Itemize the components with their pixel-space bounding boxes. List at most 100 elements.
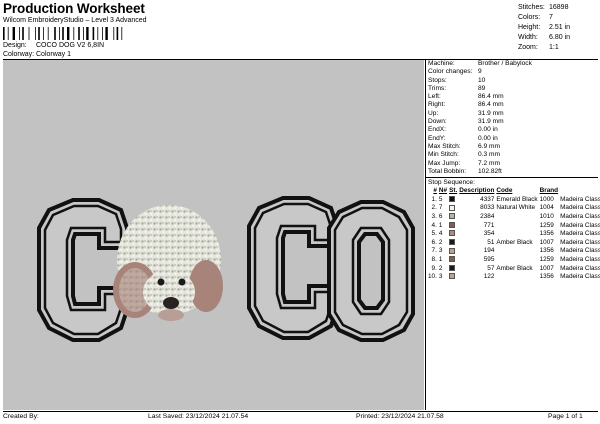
cell-color: 3 [438,273,443,281]
cell-code: 1000 [539,195,554,203]
page-title: Production Worksheet [3,1,145,16]
barcode-bar [47,27,49,40]
machine-info-row: Right: 86.4 mm [426,101,598,109]
table-row: 7.3 194 1356 Madeira Classic 40 [428,247,600,256]
table-row: 1.5 4337Emerald Black1000 Madeira Classic … [428,196,600,205]
cell-brand: Madeira Classic 40 [560,204,600,212]
cell-stop: 8. [431,255,437,263]
cell-stitches: 595 [483,255,495,263]
barcode-bar [59,27,60,40]
cell-stop: 10. [428,273,437,281]
machine-info-value: Brother / Babylock [478,60,532,67]
machine-info-value: 6.9 mm [478,142,500,150]
machine-info-label: Trims: [428,84,447,92]
cell-stop: 2. [431,204,437,212]
barcode-bar [121,27,123,40]
color-swatch [449,230,456,237]
cell-code: 1010 [539,212,554,220]
barcode-bar [116,27,119,40]
cell-color: 1 [438,221,443,229]
machine-info-row: Down: 31.9 mm [426,118,598,126]
barcode-bar [105,27,108,40]
letter-c-right [247,196,339,340]
cell-stitches: 2384 [480,212,495,220]
panel-divider [426,177,598,179]
table-row: 3.6 2384 1010 Madeira Classic 40 [428,213,600,222]
barcode-bar [38,27,40,40]
machine-info-label: Color changes: [428,68,473,76]
design-label: Design: [3,42,27,49]
col-color-number: N# [438,187,448,195]
table-row: 6.2 51Amber Black 1007 Madeira Classic 40 [428,239,600,248]
top-stats: Stitches: 16898 Colors: 7 Height: 2.51 in W… [518,3,598,53]
stat-zoom: Zoom: 1:1 [518,44,559,51]
machine-info-value: 89 [478,84,486,92]
machine-info-value: 86.4 mm [478,93,504,101]
cell-color: 4 [438,230,443,238]
col-brand: Brand [539,187,559,195]
color-swatch-cell [449,204,459,213]
cell-color: 2 [438,238,443,246]
machine-info-label: Max Jump: [428,159,461,167]
cell-description [496,222,539,231]
machine-info-row: EndY: 0.00 in [426,135,598,143]
color-swatch [449,264,456,271]
last-saved: Last Saved: 23/12/2024 21.07.54 [148,413,249,420]
printed-date: Printed: 23/12/2024 21.07.58 [356,413,444,420]
col-stop: # [433,187,437,195]
barcode-bar [43,27,44,40]
cell-brand: Madeira Classic 40 [560,247,600,255]
col-stitches: St. [449,187,458,195]
machine-info-value: 31.9 mm [478,109,504,117]
barcode-bar [28,27,30,40]
barcode-bar [22,27,24,40]
cell-code: 1356 [539,247,554,255]
color-swatch [449,213,456,220]
cell-description: Emerald Black [496,195,538,203]
design-row: Design: COCO DOG V2 6,8IN [3,42,104,49]
letter-o [327,200,415,342]
barcode-bar [78,27,80,40]
table-row: 8.1 595 1259 Madeira Classic 40 [428,256,600,265]
colorway-label: Colorway: [3,51,35,58]
page-number: Page 1 of 1 [548,413,583,420]
cell-description: Natural White [496,204,536,212]
cell-stop: 4. [431,221,437,229]
cell-code: 1004 [539,204,554,212]
cell-brand: Madeira Classic 40 [560,212,600,220]
machine-info-row: Up: 31.9 mm [426,110,598,118]
color-swatch [449,239,456,246]
color-swatch-cell [449,264,459,274]
cell-color: 6 [438,212,443,220]
colorway-row: Colorway: Colorway 1 [3,51,71,58]
cell-description: Amber Black [496,264,533,272]
barcode-bar [62,27,64,40]
cell-stop: 3. [431,212,437,220]
machine-info-row: Max Stitch: 6.9 mm [426,143,598,151]
cell-stitches: 4337 [480,195,495,203]
machine-info-value: 102.82ft [478,167,502,175]
cell-description [496,230,539,239]
barcode-bar [97,27,99,40]
cell-code: 1356 [539,230,554,238]
design-value: COCO DOG V2 6,8IN [36,42,105,49]
cell-stop: 6. [431,238,437,246]
cell-stop: 5. [431,230,437,238]
barcode-bar [67,27,70,40]
table-row: 9.2 57Amber Black 1007 Madeira Classic 40 [428,265,600,274]
cell-description [496,247,539,256]
cell-color: 5 [438,195,443,203]
cell-code: 1007 [539,264,554,272]
stop-sequence-heading: Stop Sequence: [428,179,475,187]
machine-info-row: Color changes: 9 [426,68,598,76]
machine-info-label: Min Stitch: [428,151,459,159]
color-swatch-cell [449,239,459,248]
cell-brand: Madeira Classic 40 [560,273,600,281]
cell-brand: Madeira Classic 40 [560,264,600,272]
machine-info-label: Machine: [428,60,455,67]
barcode-bar [92,27,95,40]
cell-code: 1259 [539,255,554,263]
color-swatch [449,204,456,211]
barcode-bar [113,27,115,40]
machine-info-label: Down: [428,118,447,126]
